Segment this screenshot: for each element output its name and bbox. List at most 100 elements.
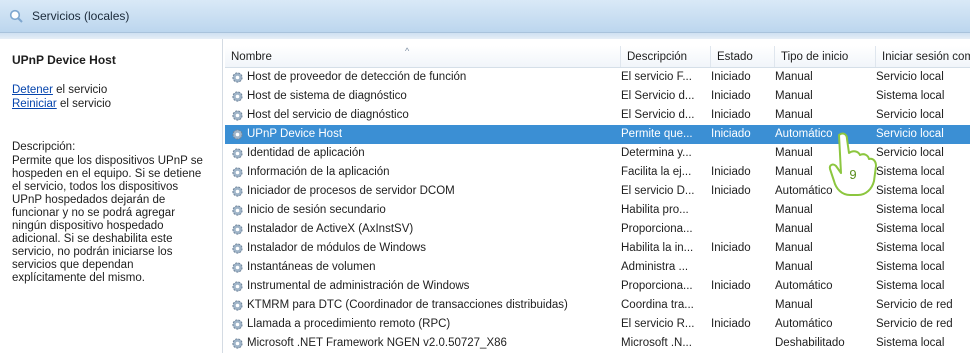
service-startup-type: Deshabilitado [775, 337, 845, 349]
service-description: El servicio R... [621, 318, 695, 330]
gear-icon [232, 243, 243, 254]
stop-service-action: Detener el servicio [12, 83, 111, 97]
service-description: Proporciona... [621, 280, 693, 292]
description-text: Permite que los dispositivos UPnP se hos… [12, 155, 212, 285]
table-row[interactable]: Instantáneas de volumen Administra ... Man… [225, 258, 970, 277]
service-name-cell: Inicio de sesión secundario [231, 201, 621, 220]
service-logon-as: Servicio de red [876, 318, 953, 330]
service-status [711, 258, 773, 277]
table-row[interactable]: KTMRM para DTC (Coordinador de transacci… [225, 296, 970, 315]
service-logon-as: Servicio local [876, 147, 944, 159]
restart-service-link[interactable]: Reiniciar [12, 98, 57, 110]
service-description: El servicio F... [621, 71, 692, 83]
service-status [711, 201, 773, 220]
service-description: Coordina tra... [621, 299, 694, 311]
gear-icon [232, 281, 243, 292]
service-name: Información de la aplicación [247, 166, 390, 178]
selected-service-title: UPnP Device Host [12, 53, 116, 67]
service-logon-as: Servicio local [876, 71, 944, 83]
service-status: Iniciado [711, 109, 751, 121]
gear-icon [232, 262, 243, 273]
column-header-description[interactable]: Descripción [621, 46, 711, 67]
step-number-label: 9 [849, 167, 856, 182]
service-status [711, 144, 773, 163]
stop-service-link[interactable]: Detener [12, 84, 53, 96]
table-row[interactable]: Llamada a procedimiento remoto (RPC) El s… [225, 315, 970, 334]
service-description: Permite que... [621, 128, 693, 140]
description-line: el servicio, todos los dispositivos [12, 181, 179, 193]
sort-ascending-icon: ^ [405, 46, 410, 56]
service-name: Instrumental de administración de Window… [247, 280, 470, 292]
service-name: Iniciador de procesos de servidor DCOM [247, 185, 455, 197]
service-status: Iniciado [711, 90, 751, 102]
service-name-cell: Identidad de aplicación [231, 144, 621, 163]
service-startup-type: Manual [775, 261, 813, 273]
column-header-status[interactable]: Estado [711, 46, 775, 67]
column-header-logon-as[interactable]: Iniciar sesión com [876, 46, 970, 67]
service-name-cell: Instrumental de administración de Window… [231, 277, 621, 296]
service-startup-type: Manual [775, 71, 813, 83]
table-header: Nombre ^ Descripción Estado Tipo de inic… [225, 46, 970, 68]
service-name: Host de proveedor de detección de funció… [247, 71, 467, 83]
service-startup-type: Manual [775, 299, 813, 311]
description-pane: UPnP Device Host Detener el servicio Rei… [0, 39, 223, 353]
table-row[interactable]: Instalador de módulos de Windows Habilita… [225, 239, 970, 258]
service-startup-type: Manual [775, 90, 813, 102]
service-name-cell: Host de proveedor de detección de funció… [231, 68, 621, 87]
service-name-cell: Información de la aplicación [231, 163, 621, 182]
service-description: Determina y... [621, 147, 692, 159]
description-line: explícitamente del mismo. [12, 272, 145, 284]
service-name-cell: Host del servicio de diagnóstico [231, 106, 621, 125]
service-name-cell: Microsoft .NET Framework NGEN v2.0.50727… [231, 334, 621, 353]
gear-icon [232, 167, 243, 178]
service-startup-type: Manual [775, 223, 813, 235]
service-name: Identidad de aplicación [247, 147, 365, 159]
service-logon-as: Sistema local [876, 242, 945, 254]
window-titlebar: Servicios (locales) [0, 0, 970, 33]
gear-icon [232, 300, 243, 311]
service-logon-as: Servicio de red [876, 299, 953, 311]
description-line: funcionar y no se podrá agregar [12, 207, 176, 219]
table-row[interactable]: Host de proveedor de detección de funció… [225, 68, 970, 87]
table-row[interactable]: Instalador de ActiveX (AxInstSV) Proporci… [225, 220, 970, 239]
service-logon-as: Sistema local [876, 185, 945, 197]
service-name: Microsoft .NET Framework NGEN v2.0.50727… [247, 337, 507, 349]
service-name: Inicio de sesión secundario [247, 204, 386, 216]
service-status [711, 220, 773, 239]
description-label: Descripción: [12, 141, 76, 153]
description-line: UPnP hospedados dejarán de [12, 194, 166, 206]
description-line: servicios que dependan [12, 259, 134, 271]
service-description: El Servicio d... [621, 109, 695, 121]
service-status: Iniciado [711, 128, 751, 140]
column-header-name[interactable]: Nombre ^ [225, 46, 621, 67]
service-name-cell: Iniciador de procesos de servidor DCOM [231, 182, 621, 201]
table-row[interactable]: Inicio de sesión secundario Habilita pro.… [225, 201, 970, 220]
column-header-label: Nombre [231, 51, 272, 63]
hand-pointer-icon: 9 [828, 132, 877, 196]
stop-service-text: el servicio [52, 84, 108, 96]
service-status [711, 296, 773, 315]
service-startup-type: Manual [775, 204, 813, 216]
description-line: adicional. Si se deshabilita este [12, 233, 173, 245]
restart-service-text: el servicio [56, 98, 112, 110]
table-row[interactable]: Host del servicio de diagnóstico El Servi… [225, 106, 970, 125]
column-header-startup-type[interactable]: Tipo de inicio [775, 46, 876, 67]
service-status: Iniciado [711, 242, 751, 254]
service-description: Administra ... [621, 261, 689, 273]
service-name-cell: UPnP Device Host [231, 125, 621, 144]
service-description: Habilita pro... [621, 204, 689, 216]
service-name: Llamada a procedimiento remoto (RPC) [247, 318, 451, 330]
service-status: Iniciado [711, 71, 751, 83]
search-icon [9, 9, 23, 23]
description-line: ningún dispositivo hospedado [12, 220, 164, 232]
service-name: Host del servicio de diagnóstico [247, 109, 409, 121]
service-description: El servicio D... [621, 185, 695, 197]
service-name-cell: KTMRM para DTC (Coordinador de transacci… [231, 296, 621, 315]
table-row[interactable]: Host de sistema de diagnóstico El Servici… [225, 87, 970, 106]
gear-icon [232, 224, 243, 235]
service-status: Iniciado [711, 280, 751, 292]
gear-icon [232, 110, 243, 121]
table-row[interactable]: Microsoft .NET Framework NGEN v2.0.50727… [225, 334, 970, 353]
table-row[interactable]: Instrumental de administración de Window… [225, 277, 970, 296]
description-line: hospeden en el equipo. Si se detiene [12, 168, 202, 180]
